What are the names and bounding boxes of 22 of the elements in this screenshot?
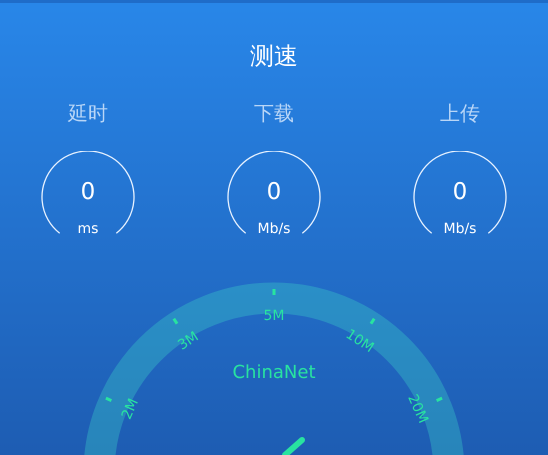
scale-tick [370, 318, 376, 325]
isp-name: ChinaNet [232, 362, 316, 383]
metric-label: 上传 [440, 100, 480, 126]
scale-tick [105, 396, 112, 402]
needle [282, 437, 305, 455]
scale-label: 3M [175, 328, 202, 354]
metric-value: 0 [80, 179, 96, 205]
metric-value: 0 [266, 179, 282, 205]
scale-tick [172, 318, 178, 325]
scale-label: 2M [118, 396, 142, 422]
metric-unit: Mb/s [256, 221, 292, 237]
metric-value: 0 [452, 179, 468, 205]
metric-label: 下载 [254, 100, 294, 126]
metric-unit: Mb/s [442, 221, 478, 237]
scale-tick [272, 289, 276, 295]
scale-tick [436, 396, 443, 402]
scale-label: 5M [264, 308, 284, 324]
scale-label: 10M [342, 326, 376, 356]
page-title: 测速 [250, 41, 298, 72]
metric-unit: ms [76, 221, 100, 237]
metric-label: 延时 [68, 100, 108, 126]
scale-label: 20M [404, 392, 431, 426]
